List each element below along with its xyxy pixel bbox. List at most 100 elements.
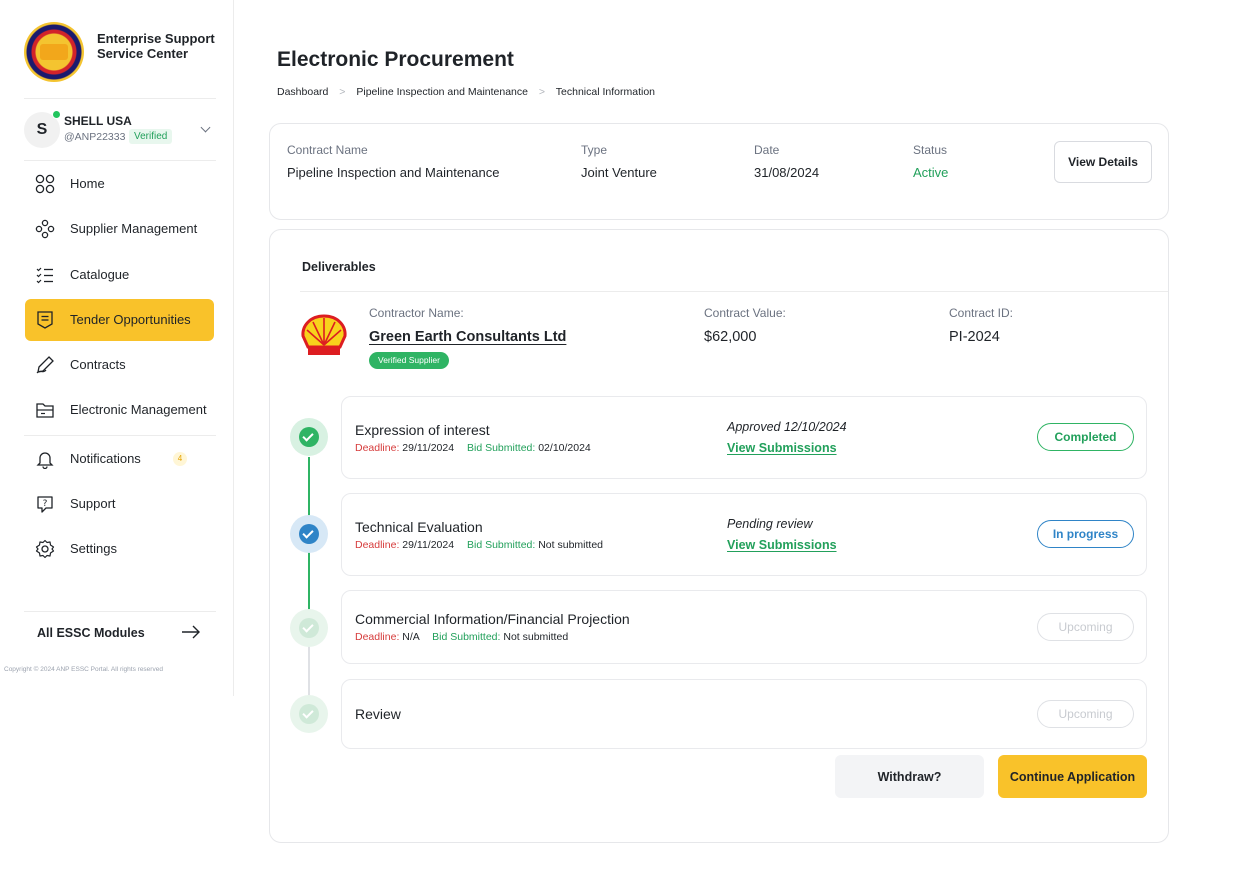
step-title: Review [355,706,401,722]
contract-status-value: Active [913,165,949,180]
deadline-label: Deadline: [355,442,400,454]
sidebar-item-contracts[interactable]: Contracts [25,344,214,386]
sidebar-divider [24,435,216,436]
sidebar-item-electronic-management[interactable]: Electronic Management [25,389,214,431]
view-details-button[interactable]: View Details [1054,141,1152,183]
contract-id-value: PI-2024 [949,329,1000,345]
breadcrumb-item-dashboard[interactable]: Dashboard [277,86,328,98]
bell-icon [36,452,54,469]
contract-value: $62,000 [704,329,757,345]
step-commercial-information: Commercial Information/Financial Project… [341,590,1147,664]
account-name: SHELL USA [64,114,132,128]
breadcrumb-item-contract[interactable]: Pipeline Inspection and Maintenance [356,86,528,98]
sidebar-item-label: Settings [70,541,117,556]
contract-name-field: Contract Name Pipeline Inspection and Ma… [287,143,499,180]
sidebar-item-home[interactable]: Home [25,163,214,205]
brand-name: Enterprise Support Service Center [97,31,215,61]
sidebar-item-support[interactable]: ? Support [25,483,214,525]
catalogue-list-icon [36,267,53,284]
contract-summary-card: Contract Name Pipeline Inspection and Ma… [269,123,1169,220]
contract-value-label: Contract Value: [704,306,786,320]
sidebar-divider [24,160,216,161]
breadcrumb-separator-icon: > [538,86,546,98]
breadcrumb: Dashboard > Pipeline Inspection and Main… [277,86,655,98]
essc-seal-logo [24,22,84,82]
contractor-name-link[interactable]: Green Earth Consultants Ltd [369,329,566,345]
withdraw-button[interactable]: Withdraw? [835,755,984,798]
continue-application-button[interactable]: Continue Application [998,755,1147,798]
shell-logo-icon [301,314,347,355]
sidebar-item-catalogue[interactable]: Catalogue [25,254,214,296]
sidebar-divider [24,611,216,612]
deadline-value: 29/11/2024 [402,539,455,551]
all-modules-link[interactable]: All ESSC Modules [37,626,145,640]
contract-type-field: Type Joint Venture [581,143,657,180]
page-title: Electronic Procurement [277,48,514,71]
contractor-field: Contractor Name: Green Earth Consultants… [369,306,566,369]
contract-date-value: 31/08/2024 [754,165,820,180]
chevron-down-icon[interactable] [200,122,211,133]
sidebar-item-label: Support [70,496,116,511]
online-indicator [52,110,61,119]
breadcrumb-item-current: Technical Information [555,86,655,98]
contract-pen-icon [36,356,54,374]
step-upcoming-marker [290,695,328,733]
step-title: Expression of interest [355,422,490,438]
contract-date-label: Date [754,143,780,157]
contract-type-label: Type [581,143,608,157]
status-pill-upcoming: Upcoming [1037,613,1134,641]
contract-id-field: Contract ID: PI-2024 [949,306,1013,345]
notification-count-badge: 4 [173,452,187,466]
deadline-label: Deadline: [355,631,400,643]
sidebar-item-label: Supplier Management [70,221,198,236]
account-switcher[interactable]: S SHELL USA @ANP22333 Verified [24,110,216,150]
contract-id-label: Contract ID: [949,306,1014,320]
status-pill-upcoming: Upcoming [1037,700,1134,728]
sidebar-item-label: Electronic Management [70,402,207,417]
step-in-progress-marker [290,515,328,553]
step-title: Commercial Information/Financial Project… [355,611,630,627]
deliverables-card: Deliverables Contractor Name: Green Eart… [269,229,1169,843]
deliverables-title: Deliverables [302,260,376,274]
supplier-network-icon [35,219,55,239]
breadcrumb-separator-icon: > [339,86,346,98]
step-meta: Deadline: N/A Bid Submitted: Not submitt… [355,631,568,643]
contract-name-label: Contract Name [287,143,368,157]
brand[interactable]: Enterprise Support Service Center [24,22,224,82]
view-submissions-link[interactable]: View Submissions [727,538,837,552]
deadline-label: Deadline: [355,539,400,551]
step-title: Technical Evaluation [355,519,483,535]
tender-document-icon [37,311,53,329]
step-review: Review Upcoming [341,679,1147,749]
sidebar-item-settings[interactable]: Settings [25,528,214,570]
svg-text:?: ? [43,499,48,509]
arrow-right-icon[interactable] [181,624,201,640]
bid-submitted-value: Not submitted [538,539,603,551]
sidebar-item-label: Home [70,176,105,191]
step-meta: Deadline: 29/11/2024 Bid Submitted: Not … [355,539,603,551]
sidebar-item-notifications[interactable]: Notifications 4 [25,438,214,480]
status-pill-completed: Completed [1037,423,1134,451]
sidebar-item-tender-opportunities[interactable]: Tender Opportunities [25,299,214,341]
sidebar: Enterprise Support Service Center S SHEL… [0,0,234,696]
deadline-value: 29/11/2024 [402,442,455,454]
bid-submitted-label: Bid Submitted: [432,631,501,643]
help-chat-icon: ? [37,496,53,513]
step-technical-evaluation: Technical Evaluation Deadline: 29/11/202… [341,493,1147,576]
verified-badge: Verified [129,129,173,144]
sidebar-item-label: Notifications [70,451,141,466]
sidebar-divider [24,98,216,99]
deliverables-divider [300,291,1168,292]
contract-date-field: Date 31/08/2024 [754,143,819,180]
step-expression-of-interest: Expression of interest Deadline: 29/11/2… [341,396,1147,479]
bid-submitted-label: Bid Submitted: [467,442,536,454]
contract-value-field: Contract Value: $62,000 [704,306,786,345]
status-pill-in-progress: In progress [1037,520,1134,548]
step-meta: Deadline: 29/11/2024 Bid Submitted: 02/1… [355,442,591,454]
view-submissions-link[interactable]: View Submissions [727,441,837,455]
sidebar-item-supplier-management[interactable]: Supplier Management [25,208,214,250]
contract-name-value: Pipeline Inspection and Maintenance [287,165,500,180]
contractor-label: Contractor Name: [369,306,464,320]
bid-submitted-value: Not submitted [503,631,569,643]
contract-type-value: Joint Venture [581,165,657,180]
